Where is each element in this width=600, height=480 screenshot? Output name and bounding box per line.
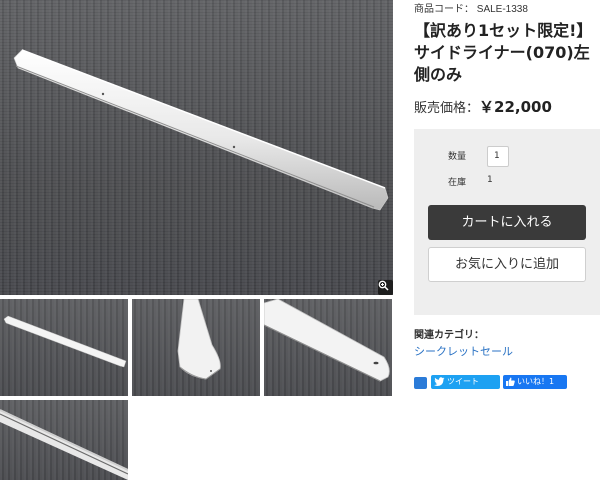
tweet-label: ツイート	[447, 377, 479, 386]
quantity-label: 数量	[448, 152, 467, 162]
price-label: 販売価格：	[414, 101, 480, 116]
tweet-button[interactable]: ツイート	[431, 375, 500, 389]
thumbnail-edge-closeup[interactable]	[0, 400, 128, 480]
share-icon[interactable]	[414, 377, 427, 389]
thumbnail-full-part[interactable]	[0, 299, 128, 396]
product-code-label: 商品コード：	[414, 4, 474, 15]
thumbnail-end-cap[interactable]	[132, 299, 260, 396]
side-liner-photo	[13, 49, 389, 211]
product-code-value: SALE-1338	[476, 4, 528, 15]
stock-label: 在庫	[448, 178, 467, 188]
quantity-input[interactable]: 1	[487, 146, 509, 167]
twitter-bird-icon	[434, 377, 445, 386]
thumbnail-tip-closeup-image	[264, 299, 390, 382]
product-title: 【訳あり1セット限定!】サイドライナー(070)左側のみ	[414, 21, 593, 84]
stock-value: 1	[487, 175, 493, 185]
thumbs-up-icon	[506, 377, 515, 386]
product-code: 商品コード： SALE-1338	[414, 0, 528, 15]
related-category-heading: 関連カテゴリ：	[414, 330, 484, 341]
zoom-in-icon	[378, 280, 389, 291]
related-category-link[interactable]: シークレットセール	[414, 343, 513, 359]
zoom-button[interactable]	[378, 280, 393, 295]
thumbnail-edge-closeup-image	[0, 409, 128, 480]
thumbnail-end-cap-image	[177, 299, 221, 380]
add-to-favorites-button[interactable]: お気に入りに追加	[428, 247, 586, 282]
price: 販売価格：￥22,000	[414, 96, 552, 117]
price-value: ￥22,000	[479, 98, 552, 116]
like-button[interactable]: いいね！1	[503, 375, 567, 389]
thumbnail-tip-closeup[interactable]	[264, 299, 392, 396]
like-label: いいね！1	[517, 377, 555, 386]
main-product-image[interactable]	[0, 0, 393, 295]
cart-panel: 数量 1 在庫 1 カートに入れる お気に入りに追加	[414, 129, 600, 315]
add-to-cart-button[interactable]: カートに入れる	[428, 205, 586, 240]
thumbnail-full-part-image	[3, 315, 127, 368]
